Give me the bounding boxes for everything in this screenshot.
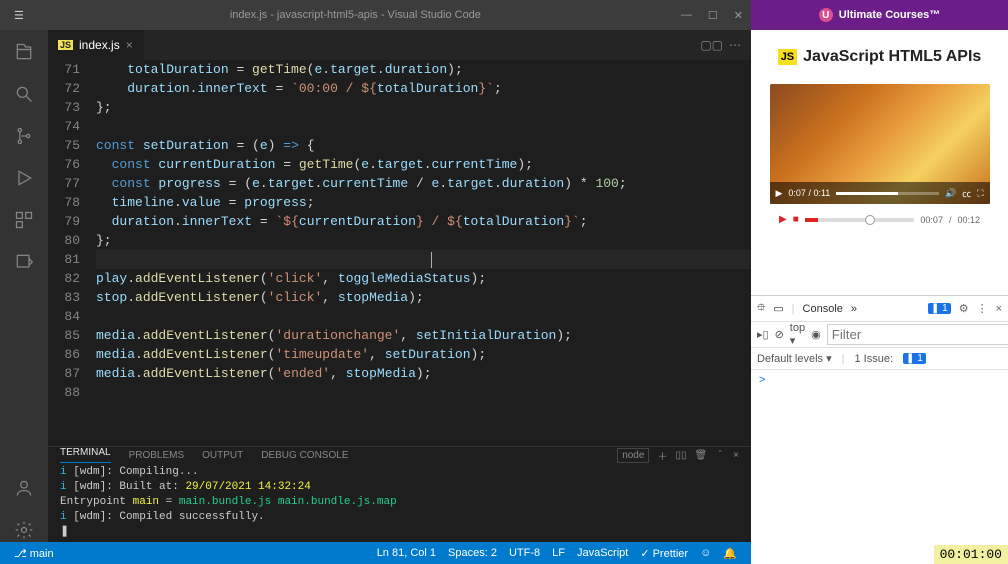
- close-button[interactable]: ✕: [734, 9, 743, 22]
- more-actions-icon[interactable]: ⋯: [729, 38, 741, 52]
- brand-header: U Ultimate Courses™: [751, 0, 1008, 30]
- brand-name: Ultimate Courses™: [839, 9, 940, 21]
- new-terminal-icon[interactable]: ＋: [657, 448, 667, 463]
- minimize-button[interactable]: —: [681, 9, 692, 22]
- page-title: JS JavaScript HTML5 APIs: [761, 48, 998, 66]
- maximize-panel-icon[interactable]: ＾: [715, 448, 725, 463]
- split-editor-icon[interactable]: ▢▢: [700, 38, 723, 52]
- js-file-icon: JS: [58, 40, 73, 50]
- ext-elapsed: 00:07: [920, 215, 943, 225]
- notifications-icon[interactable]: 🔔: [717, 547, 743, 560]
- issues-label[interactable]: 1 Issue:: [854, 353, 893, 365]
- fullscreen-icon[interactable]: ⛶: [977, 188, 983, 199]
- encoding-status[interactable]: UTF-8: [503, 547, 546, 560]
- terminal-shell-label[interactable]: node: [617, 448, 649, 463]
- volume-icon[interactable]: 🔊: [945, 188, 956, 199]
- console-filter-input[interactable]: [827, 324, 1008, 345]
- live-expression-icon[interactable]: ◉: [811, 328, 821, 341]
- extensions-icon[interactable]: [12, 208, 36, 232]
- terminal-output[interactable]: i [wdm]: Compiling...i [wdm]: Built at: …: [48, 463, 751, 542]
- devtools-close-icon[interactable]: ×: [996, 303, 1002, 315]
- js-badge-icon: JS: [778, 49, 797, 65]
- search-icon[interactable]: [12, 82, 36, 106]
- video-time: 0:07 / 0:11: [788, 188, 830, 198]
- debug-console-tab[interactable]: DEBUG CONSOLE: [261, 450, 348, 461]
- terminal-tab[interactable]: TERMINAL: [60, 447, 111, 463]
- more-tabs-icon[interactable]: »: [851, 303, 857, 315]
- indent-status[interactable]: Spaces: 2: [442, 547, 503, 560]
- video-player[interactable]: ▶ 0:07 / 0:11 🔊 ㏄ ⛶: [770, 84, 990, 204]
- ext-play-button[interactable]: ▶: [779, 214, 787, 225]
- window-title: index.js - javascript-html5-apis - Visua…: [30, 9, 681, 21]
- explorer-icon[interactable]: [12, 40, 36, 64]
- prettier-status[interactable]: ✓ Prettier: [634, 547, 694, 560]
- branch-status[interactable]: ⎇ main: [8, 547, 60, 560]
- brand-logo-icon: U: [819, 8, 833, 22]
- split-terminal-icon[interactable]: ▯▯: [675, 450, 686, 461]
- clear-console-icon[interactable]: ⊘: [775, 328, 784, 341]
- hidden-badge[interactable]: ❚ 1: [928, 303, 951, 314]
- inspect-icon[interactable]: ⯐: [757, 299, 765, 318]
- menu-button[interactable]: ☰: [8, 9, 30, 22]
- trash-icon[interactable]: 🗑: [694, 450, 707, 461]
- terminal-panel: TERMINAL PROBLEMS OUTPUT DEBUG CONSOLE n…: [48, 446, 751, 542]
- liveshare-icon[interactable]: [12, 250, 36, 274]
- video-play-icon[interactable]: ▶: [776, 188, 783, 199]
- feedback-icon[interactable]: ☺: [694, 547, 717, 560]
- close-tab-icon[interactable]: ×: [126, 38, 133, 52]
- language-status[interactable]: JavaScript: [571, 547, 634, 560]
- ext-stop-button[interactable]: ■: [793, 214, 799, 225]
- video-progress[interactable]: [836, 192, 939, 195]
- status-bar: ⎇ main Ln 81, Col 1 Spaces: 2 UTF-8 LF J…: [0, 542, 751, 564]
- source-control-icon[interactable]: [12, 124, 36, 148]
- cursor-position[interactable]: Ln 81, Col 1: [371, 547, 442, 560]
- sidebar-toggle-icon[interactable]: ▸▯: [757, 328, 769, 341]
- code-editor[interactable]: 717273747576777879808182838485868788 tot…: [48, 60, 751, 446]
- device-toggle-icon[interactable]: ▭: [773, 302, 783, 315]
- maximize-button[interactable]: ☐: [708, 9, 718, 22]
- video-timestamp-overlay: 00:01:00: [934, 545, 1008, 564]
- titlebar: ☰ index.js - javascript-html5-apis - Vis…: [0, 0, 751, 30]
- tab-indexjs[interactable]: JS index.js ×: [48, 30, 144, 60]
- tab-label: index.js: [79, 38, 120, 52]
- close-panel-icon[interactable]: ×: [733, 450, 739, 461]
- run-debug-icon[interactable]: [12, 166, 36, 190]
- settings-icon[interactable]: [12, 518, 36, 542]
- devtools-panel: ⯐ ▭ | Console » ❚ 1 ⚙ ⋮ × ▸▯ ⊘ top ▾ ◉ ⚙…: [751, 295, 1008, 390]
- problems-tab[interactable]: PROBLEMS: [129, 450, 185, 461]
- tab-bar: JS index.js × ▢▢ ⋯: [48, 30, 751, 60]
- ext-total: 00:12: [957, 215, 980, 225]
- account-icon[interactable]: [12, 476, 36, 500]
- issues-badge[interactable]: ❚ 1: [903, 353, 926, 364]
- devtools-kebab-icon[interactable]: ⋮: [977, 302, 988, 315]
- console-tab[interactable]: Console: [803, 303, 843, 315]
- eol-status[interactable]: LF: [546, 547, 571, 560]
- log-levels-selector[interactable]: Default levels ▾: [757, 352, 832, 365]
- devtools-settings-icon[interactable]: ⚙: [959, 302, 969, 315]
- captions-icon[interactable]: ㏄: [962, 187, 971, 200]
- context-selector[interactable]: top ▾: [790, 322, 805, 347]
- ext-timeline[interactable]: [805, 218, 915, 222]
- activity-bar: [0, 30, 48, 542]
- output-tab[interactable]: OUTPUT: [202, 450, 243, 461]
- console-prompt[interactable]: >: [759, 374, 765, 386]
